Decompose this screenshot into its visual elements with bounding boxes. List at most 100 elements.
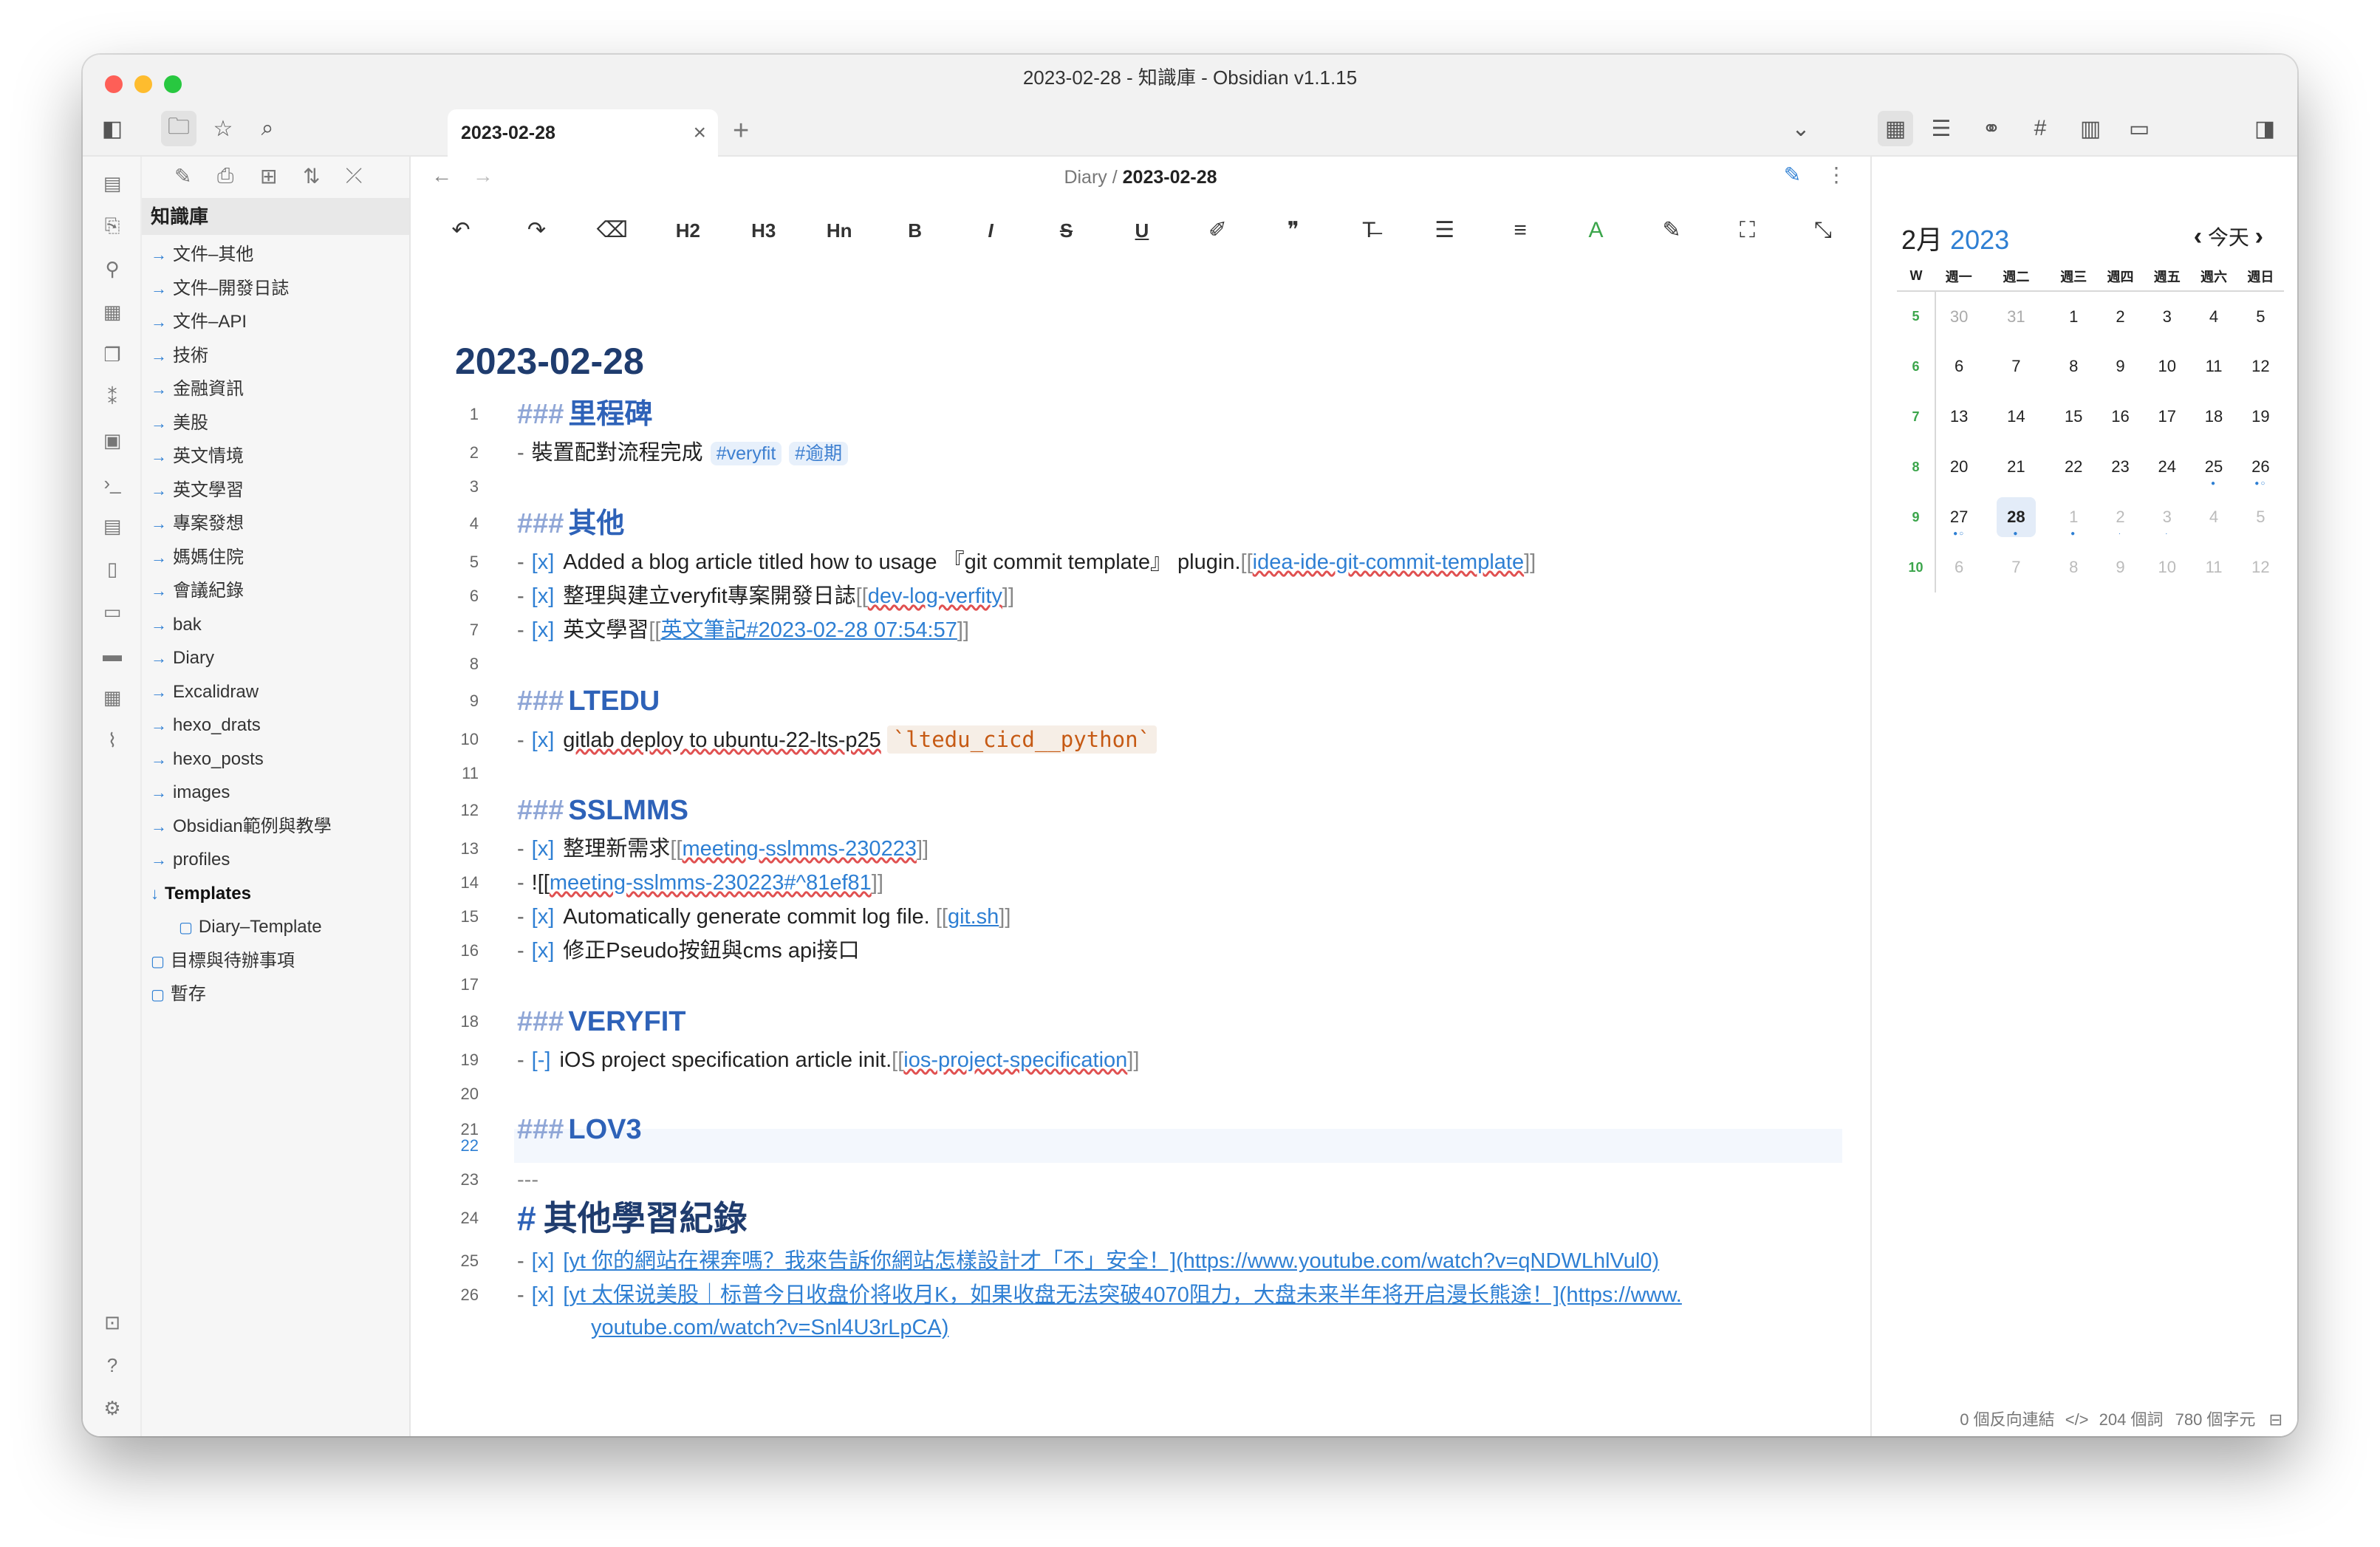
task-checkbox[interactable]: [x]: [532, 1249, 555, 1273]
tree-item[interactable]: → Excalidraw: [151, 677, 259, 708]
line-6[interactable]: 6 - [x] 整理與建立veryfit專案開發日誌[[dev-log-verfit…: [411, 579, 1814, 613]
toggle-right-sidebar-icon[interactable]: ◨: [2247, 111, 2282, 146]
breadcrumb-parent[interactable]: Diary: [1064, 167, 1107, 188]
line-19[interactable]: 19 - [-] iOS project specification article…: [411, 1043, 1814, 1077]
calendar-day[interactable]: 3 ·: [2144, 492, 2190, 542]
zoom-window-button[interactable]: [164, 75, 182, 93]
calendar-day[interactable]: 15: [2051, 392, 2097, 442]
close-window-button[interactable]: [105, 75, 123, 93]
tree-item[interactable]: → 文件–開發日誌: [151, 273, 289, 304]
calendar-day[interactable]: 9: [2097, 341, 2144, 392]
daily-note-calendar-icon[interactable]: ▤: [98, 168, 127, 198]
book-icon[interactable]: ▯: [98, 554, 127, 584]
hn-button[interactable]: Hn: [818, 208, 860, 253]
task-checkbox[interactable]: [x]: [532, 837, 555, 861]
tree-item[interactable]: ▢ 暫存: [151, 979, 206, 1010]
help-icon[interactable]: ?: [98, 1350, 127, 1380]
tree-item[interactable]: → 美股: [151, 408, 208, 439]
internal-link[interactable]: dev-log-verfity: [868, 584, 1002, 608]
internal-link[interactable]: git.sh: [948, 905, 999, 929]
background-color-icon[interactable]: ✎: [1651, 208, 1692, 253]
settings-gear-icon[interactable]: ⚙: [98, 1393, 127, 1423]
calendar-day[interactable]: 4: [2190, 291, 2237, 341]
tab-close-icon[interactable]: ×: [693, 109, 706, 157]
line-13[interactable]: 13 - [x] 整理新需求[[meeting-sslmms-230223]]: [411, 832, 1814, 866]
sort-icon[interactable]: ⇅: [303, 164, 320, 188]
calendar-day[interactable]: 13: [1935, 392, 1982, 442]
vault-switcher-icon[interactable]: ⊡: [98, 1308, 127, 1337]
line-26[interactable]: 26 - [x] [yt 太保说美股｜标普今日收盘价将收月K，如果收盘无法突破407…: [411, 1278, 1814, 1312]
calendar-day[interactable]: 18: [2190, 392, 2237, 442]
tree-item[interactable]: → images: [151, 777, 230, 808]
calendar-day[interactable]: 21: [1982, 442, 2050, 492]
tree-item[interactable]: → Obsidian範例與教學: [151, 811, 332, 842]
line-1[interactable]: 1 ### 里程碑: [411, 397, 1814, 431]
tree-item[interactable]: → 文件–其他: [151, 239, 253, 270]
calendar-day[interactable]: 27 ●○: [1935, 492, 1982, 542]
fullscreen-icon[interactable]: ⛶: [1726, 208, 1768, 253]
command-palette-icon[interactable]: ›_: [98, 468, 127, 498]
quote-icon[interactable]: ❞: [1273, 208, 1314, 253]
external-link[interactable]: [yt 太保说美股｜标普今日收盘价将收月K，如果收盘无法突破4070阻力，大盘未…: [563, 1283, 1682, 1307]
h2-button[interactable]: H2: [667, 208, 708, 253]
tree-item[interactable]: → 文件–API: [151, 307, 247, 338]
align-icon[interactable]: ≡: [1500, 208, 1541, 253]
calendar-day[interactable]: 28 ●: [1982, 492, 2050, 542]
line-26-wrap[interactable]: youtube.com/watch?v=Snl4U3rLpCA): [411, 1311, 1814, 1345]
today-button[interactable]: 今天: [2208, 226, 2249, 249]
internal-link[interactable]: 英文筆記#2023-02-28 07:54:57: [660, 618, 957, 642]
bold-button[interactable]: B: [895, 208, 936, 253]
font-color-icon[interactable]: A: [1576, 208, 1617, 253]
calendar-day[interactable]: 1 ●: [2051, 492, 2097, 542]
task-checkbox[interactable]: [x]: [532, 550, 555, 574]
file-explorer-icon[interactable]: 🗀: [161, 111, 196, 146]
tag-veryfit[interactable]: #veryfit: [710, 442, 782, 465]
calendar-day[interactable]: 24: [2144, 442, 2190, 492]
line-8[interactable]: 8: [411, 647, 1814, 681]
line-10[interactable]: 10 - [x] gitlab deploy to ubuntu-22-lts-p2…: [411, 723, 1814, 757]
line-17[interactable]: 17: [411, 968, 1814, 1002]
line-16[interactable]: 16 - [x] 修正Pseudo按鈕與cms api接口: [411, 934, 1814, 968]
line-18[interactable]: 18 ### VERYFIT: [411, 1005, 1814, 1039]
terminal-icon[interactable]: ▭: [98, 597, 127, 626]
h3-button[interactable]: H3: [743, 208, 784, 253]
more-options-icon[interactable]: ⋮: [1826, 163, 1847, 186]
tree-item[interactable]: → hexo_posts: [151, 744, 264, 775]
toggle-left-sidebar-icon[interactable]: ◧: [95, 111, 130, 146]
calendar-day[interactable]: 12: [2237, 542, 2284, 592]
canvas-icon[interactable]: ▦: [98, 297, 127, 327]
line-7[interactable]: 7 - [x] 英文學習[[英文筆記#2023-02-28 07:54:57]]: [411, 613, 1814, 647]
templates-icon[interactable]: ❐: [98, 340, 127, 369]
calendar-day[interactable]: 23: [2097, 442, 2144, 492]
new-tab-button[interactable]: +: [733, 115, 749, 147]
calendar-day[interactable]: 20: [1935, 442, 1982, 492]
task-checkbox[interactable]: [x]: [532, 728, 555, 752]
calendar-day[interactable]: 16: [2097, 392, 2144, 442]
tree-item[interactable]: → 英文情境: [151, 441, 244, 472]
tree-item[interactable]: → 金融資訊: [151, 374, 244, 405]
calendar-day[interactable]: 8: [2051, 341, 2097, 392]
calendar-day[interactable]: 10: [2144, 341, 2190, 392]
calendar-day[interactable]: 2 ·: [2097, 492, 2144, 542]
backlinks-count[interactable]: 0 個反向連結: [1960, 1410, 2054, 1429]
tree-item[interactable]: → profiles: [151, 844, 230, 875]
calendar-day[interactable]: 6: [1935, 341, 1982, 392]
calendar-day[interactable]: 7: [1982, 542, 2050, 592]
kanban-icon[interactable]: ▥: [2073, 111, 2108, 146]
list-icon[interactable]: ☰: [1424, 208, 1466, 253]
external-link-continued[interactable]: youtube.com/watch?v=Snl4U3rLpCA): [591, 1316, 948, 1339]
new-folder-icon[interactable]: ⊞: [260, 164, 277, 188]
calendar-day[interactable]: 19: [2237, 392, 2284, 442]
calendar-icon[interactable]: ▦: [98, 683, 127, 712]
line-4[interactable]: 4 ### 其他: [411, 507, 1814, 541]
strikethrough-button[interactable]: S: [1046, 208, 1087, 253]
line-22[interactable]: 22: [411, 1129, 1814, 1163]
sync-icon[interactable]: ⊟: [2269, 1410, 2282, 1429]
calendar-day[interactable]: 9: [2097, 542, 2144, 592]
calendar-day[interactable]: 14: [1982, 392, 2050, 442]
calendar-day[interactable]: 3: [2144, 291, 2190, 341]
markdown-export-icon[interactable]: ▬: [98, 640, 127, 669]
tree-item[interactable]: → 技術: [151, 341, 208, 372]
tree-item[interactable]: ↓ Templates: [151, 878, 251, 909]
edit-mode-icon[interactable]: ✎: [1784, 163, 1801, 186]
